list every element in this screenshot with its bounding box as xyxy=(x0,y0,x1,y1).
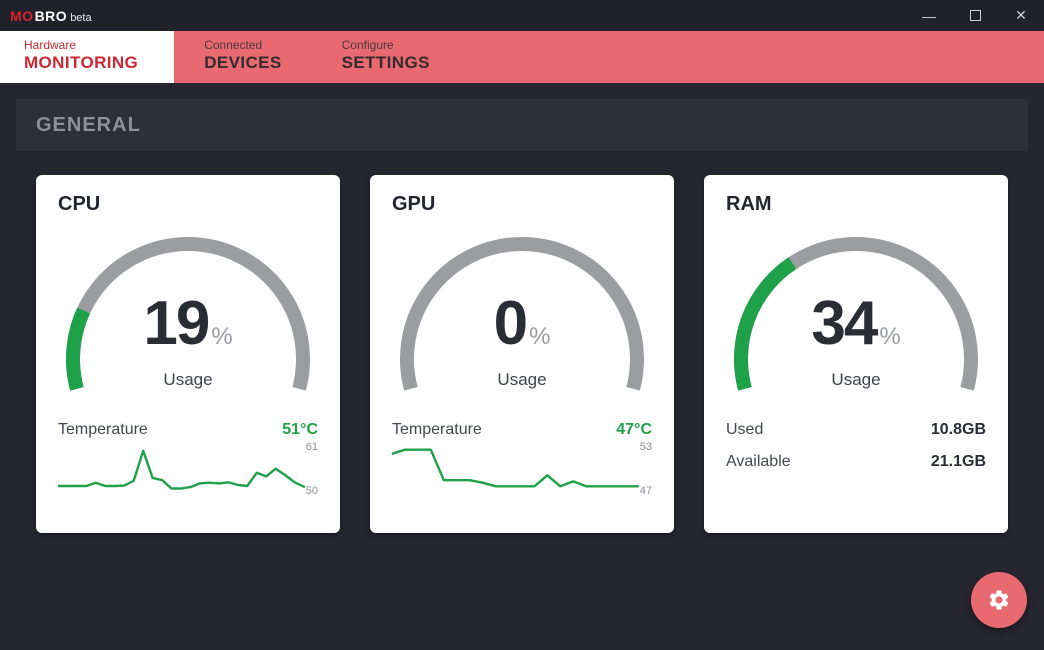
gear-icon xyxy=(987,588,1011,612)
cpu-card: CPU 19% Usage Temperature 51°C 61 50 xyxy=(36,175,340,533)
section-title: GENERAL xyxy=(36,114,141,137)
gpu-gauge: 0% Usage xyxy=(370,224,674,396)
logo-bro: BRO xyxy=(35,8,68,24)
maximize-button[interactable] xyxy=(952,0,998,31)
tab-label: MONITORING xyxy=(24,53,138,73)
gpu-temperature-value: 47°C xyxy=(616,421,652,439)
ram-usage-label: Usage xyxy=(704,370,1008,390)
main-nav: Hardware MONITORING Connected DEVICES Co… xyxy=(0,31,1044,83)
cpu-usage-number: 19 xyxy=(143,289,208,358)
close-button[interactable]: ✕ xyxy=(998,0,1044,31)
tab-eyebrow: Configure xyxy=(342,38,430,53)
app-logo: MO BRO beta xyxy=(10,8,92,24)
stat-row-temperature: Temperature 47°C xyxy=(392,414,652,446)
gpu-temperature-sparkline: 53 47 xyxy=(392,443,652,499)
window-controls: — ✕ xyxy=(906,0,1044,31)
gpu-usage-unit: % xyxy=(529,323,550,350)
card-title: GPU xyxy=(392,193,674,216)
spark-min-label: 50 xyxy=(306,485,318,497)
ram-gauge: 34% Usage xyxy=(704,224,1008,396)
gpu-usage-value: 0% xyxy=(370,288,674,359)
logo-beta-tag: beta xyxy=(70,12,91,24)
cpu-usage-value: 19% xyxy=(36,288,340,359)
tab-eyebrow: Connected xyxy=(204,38,281,53)
cpu-stats: Temperature 51°C xyxy=(36,414,340,446)
section-header: GENERAL xyxy=(16,99,1028,151)
minimize-icon: — xyxy=(922,13,936,19)
stat-row-temperature: Temperature 51°C xyxy=(58,414,318,446)
cpu-sparkline-plot xyxy=(58,443,318,500)
ram-used-value: 10.8GB xyxy=(931,421,986,439)
gpu-stats: Temperature 47°C xyxy=(370,414,674,446)
tab-label: DEVICES xyxy=(204,53,281,73)
close-icon: ✕ xyxy=(1015,7,1027,24)
minimize-button[interactable]: — xyxy=(906,0,952,31)
card-title: CPU xyxy=(58,193,340,216)
stat-row-available: Available 21.1GB xyxy=(726,446,986,478)
cpu-temperature-sparkline: 61 50 xyxy=(58,443,318,499)
spark-min-label: 47 xyxy=(640,485,652,497)
tab-eyebrow: Hardware xyxy=(24,38,138,53)
tab-hardware-monitoring[interactable]: Hardware MONITORING xyxy=(0,31,174,83)
tab-label: SETTINGS xyxy=(342,53,430,73)
ram-card: RAM 34% Usage Used 10.8GB Available 21.1… xyxy=(704,175,1008,533)
tab-connected-devices[interactable]: Connected DEVICES xyxy=(174,31,311,83)
logo-mo: MO xyxy=(10,8,34,24)
cpu-usage-label: Usage xyxy=(36,370,340,390)
gpu-usage-number: 0 xyxy=(494,289,526,358)
card-title: RAM xyxy=(726,193,1008,216)
titlebar: MO BRO beta — ✕ xyxy=(0,0,1044,31)
ram-stats: Used 10.8GB Available 21.1GB xyxy=(704,414,1008,478)
card-grid: CPU 19% Usage Temperature 51°C 61 50 GPU… xyxy=(36,175,1008,533)
ram-available-value: 21.1GB xyxy=(931,453,986,471)
settings-fab-button[interactable] xyxy=(971,572,1027,628)
cpu-gauge: 19% Usage xyxy=(36,224,340,396)
cpu-usage-unit: % xyxy=(211,323,232,350)
tab-configure-settings[interactable]: Configure SETTINGS xyxy=(312,31,460,83)
stat-label: Temperature xyxy=(392,421,482,439)
stat-row-used: Used 10.8GB xyxy=(726,414,986,446)
gpu-card: GPU 0% Usage Temperature 47°C 53 47 xyxy=(370,175,674,533)
spark-max-label: 61 xyxy=(306,441,318,453)
cpu-temperature-value: 51°C xyxy=(282,421,318,439)
stat-label: Temperature xyxy=(58,421,148,439)
gpu-usage-label: Usage xyxy=(370,370,674,390)
stat-label: Used xyxy=(726,421,763,439)
ram-usage-value: 34% xyxy=(704,288,1008,359)
gpu-sparkline-plot xyxy=(392,443,652,500)
maximize-icon xyxy=(970,10,981,21)
spark-max-label: 53 xyxy=(640,441,652,453)
ram-usage-unit: % xyxy=(879,323,900,350)
stat-label: Available xyxy=(726,453,791,471)
ram-usage-number: 34 xyxy=(811,289,876,358)
